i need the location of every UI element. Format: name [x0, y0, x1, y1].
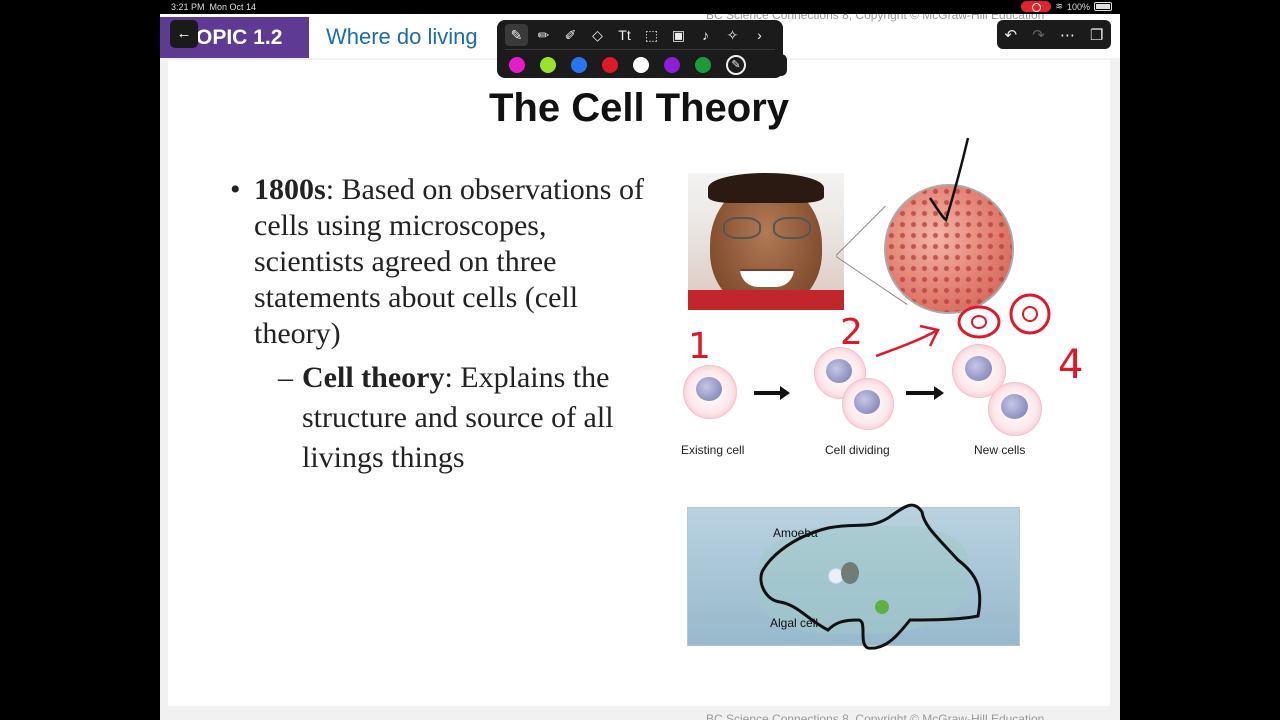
label-algal-cell: Algal cell	[770, 616, 819, 630]
screen-record-icon[interactable]	[1021, 1, 1052, 12]
nucleus-amoeba	[841, 562, 859, 584]
undo-icon[interactable]: ↶	[1005, 26, 1018, 44]
ink-number-4: 4	[1058, 342, 1083, 388]
slide-canvas[interactable]: The Cell Theory • 1800s: Based on observa…	[168, 60, 1110, 706]
more-colors-handle[interactable]	[775, 54, 787, 76]
boy-photo	[688, 173, 844, 310]
slide-title: The Cell Theory	[488, 86, 790, 130]
color-swatch-purple[interactable]	[664, 57, 680, 73]
new-cell-bottom	[988, 382, 1042, 436]
pencil-icon[interactable]: ✏	[532, 24, 555, 46]
arrow-icon	[906, 386, 944, 400]
color-swatch-lime[interactable]	[540, 57, 556, 73]
existing-cell	[683, 365, 737, 419]
status-bar: 3:21 PM Mon Oct 14 ≋ 100%	[0, 0, 1280, 14]
sub-bullet-bold: Cell theory	[302, 361, 445, 394]
image-icon[interactable]: ▣	[667, 24, 690, 46]
amoeba-figure: Amoeba Algal cell	[687, 507, 1020, 646]
more-icon[interactable]: ⋯	[1060, 26, 1075, 44]
pages-icon[interactable]: ❐	[1090, 26, 1103, 44]
battery-percent: 100%	[1066, 1, 1090, 12]
arrow-icon	[754, 386, 790, 400]
glasses-icon	[723, 217, 811, 239]
bullet-bold: 1800s	[254, 173, 326, 206]
ink-circle	[1009, 293, 1051, 335]
marker-icon[interactable]: ✐	[559, 24, 582, 46]
magic-pen-icon[interactable]: ✧	[721, 24, 744, 46]
bullet-list: • 1800s: Based on observations of cells u…	[230, 172, 650, 478]
label-existing-cell: Existing cell	[681, 443, 745, 457]
wifi-icon: ≋	[1055, 1, 1063, 11]
battery-icon	[1094, 2, 1112, 11]
hair	[708, 173, 824, 203]
sub-bullet-item: – Cell theory: Explains the structure and…	[278, 361, 614, 474]
label-amoeba: Amoeba	[773, 526, 818, 540]
color-swatch-blue[interactable]	[571, 57, 587, 73]
toolbar-divider	[505, 49, 775, 50]
skin-cells-magnified	[884, 184, 1014, 314]
status-indicators: ≋ 100%	[1021, 1, 1112, 12]
status-time: 3:21 PM Mon Oct 14	[171, 2, 257, 12]
label-cell-dividing: Cell dividing	[825, 443, 890, 457]
tool-row: ✎ ✏ ✐ ◇ Tt ⬚ ▣ ♪ ✧ ›	[505, 24, 771, 46]
dividing-cell-bottom	[842, 378, 894, 430]
text-icon[interactable]: Tt	[613, 24, 636, 46]
eraser-icon[interactable]: ◇	[586, 24, 609, 46]
slide-area: OPIC 1.2 Where do living BC Science Conn…	[160, 14, 1120, 720]
ink-number-1: 1	[688, 326, 711, 367]
color-swatch-magenta[interactable]	[509, 57, 525, 73]
footer-copyright: BC Science Connections 8, Copyright © Mc…	[706, 712, 1045, 720]
pen-icon[interactable]: ✎	[505, 24, 528, 46]
undo-redo-bar: ↶ ↷ ⋯ ❐	[997, 20, 1111, 49]
section-title: Where do living	[326, 24, 478, 49]
ink-arrow	[875, 328, 939, 358]
label-new-cells: New cells	[974, 443, 1026, 457]
color-swatch-red[interactable]	[602, 57, 618, 73]
lasso-icon[interactable]: ⬚	[640, 24, 663, 46]
algal-cell-dot	[875, 600, 889, 614]
back-button[interactable]: ←	[170, 20, 198, 48]
color-swatch-green[interactable]	[695, 57, 711, 73]
redo-icon[interactable]: ↷	[1032, 26, 1045, 44]
shirt	[688, 290, 844, 310]
color-swatch-white[interactable]	[633, 57, 649, 73]
microphone-icon[interactable]: ♪	[694, 24, 717, 46]
bullet-item: • 1800s: Based on observations of cells u…	[230, 173, 644, 350]
chevron-right-icon[interactable]: ›	[748, 24, 771, 46]
color-palette: ✎	[509, 55, 746, 75]
pen-settings-icon[interactable]: ✎	[726, 55, 746, 75]
back-arrow-icon: ←	[176, 25, 192, 42]
annotation-toolbar: ✎ ✏ ✐ ◇ Tt ⬚ ▣ ♪ ✧ › ✎	[497, 20, 787, 78]
